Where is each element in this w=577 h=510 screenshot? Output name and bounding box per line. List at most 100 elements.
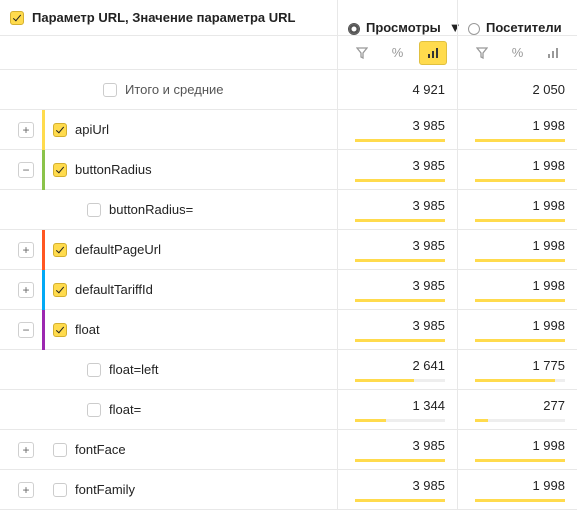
bar-fill (475, 379, 555, 382)
row-label[interactable]: float (75, 322, 100, 337)
row-label[interactable]: fontFace (75, 442, 126, 457)
cell-value: 1 998 (470, 198, 565, 213)
color-marker (42, 310, 45, 350)
row-label[interactable]: defaultPageUrl (75, 242, 161, 257)
cell-visitors: 1 998 (457, 430, 577, 469)
metric-header-views[interactable]: Просмотры ▼ (337, 0, 457, 35)
bar-track (475, 299, 565, 302)
bar-chart-icon (427, 47, 439, 59)
cell-visitors: 277 (457, 390, 577, 429)
bar-track (355, 299, 445, 302)
cell-views: 3 985 (337, 430, 457, 469)
totals-checkbox[interactable] (103, 83, 117, 97)
table-row: + apiUrl 3 985 1 998 (0, 110, 577, 150)
metric-label: Посетители (486, 20, 562, 35)
row-checkbox[interactable] (53, 443, 67, 457)
radio-icon (348, 23, 360, 35)
table-row: −buttonRadius3 9851 998 (0, 150, 577, 190)
cell-value: 3 985 (350, 478, 445, 493)
cell-views: 3 985 (337, 470, 457, 509)
chart-button[interactable] (419, 41, 447, 65)
bar-fill (355, 459, 445, 462)
bar-track (355, 379, 445, 382)
table-row: −float3 9851 998 (0, 310, 577, 350)
table-header: Параметр URL, Значение параметра URL Про… (0, 0, 577, 36)
bar-fill (355, 259, 445, 262)
bar-fill (475, 219, 565, 222)
expand-button[interactable]: + (18, 122, 34, 138)
table-row: +defaultPageUrl3 9851 998 (0, 230, 577, 270)
color-marker (42, 110, 45, 150)
cell-value: 1 775 (470, 358, 565, 373)
bar-fill (475, 139, 565, 142)
cell-value: 1 998 (470, 278, 565, 293)
select-all-checkbox[interactable] (10, 11, 24, 25)
bar-fill (355, 179, 445, 182)
expand-button[interactable]: + (18, 482, 34, 498)
cell-value: 3 985 (350, 438, 445, 453)
metric-header-visitors[interactable]: Посетители (457, 0, 577, 35)
cell-value: 1 998 (470, 478, 565, 493)
row-checkbox[interactable] (87, 403, 101, 417)
row-label[interactable]: float=left (109, 362, 159, 377)
collapse-button[interactable]: − (18, 162, 34, 178)
metric-toolbar-visitors: % (457, 36, 577, 69)
totals-label: Итого и средние (125, 82, 223, 97)
funnel-icon (476, 47, 488, 59)
row-label[interactable]: buttonRadius= (109, 202, 193, 217)
bar-track (475, 259, 565, 262)
row-checkbox[interactable] (53, 163, 67, 177)
filter-button[interactable] (348, 41, 376, 65)
dimension-header: Параметр URL, Значение параметра URL (0, 10, 337, 25)
row-label[interactable]: float= (109, 402, 141, 417)
color-marker (42, 390, 45, 430)
table-row: float=left2 6411 775 (0, 350, 577, 390)
table-row: + defaultTariffId 3 985 1 998 (0, 270, 577, 310)
cell-value: 3 985 (350, 238, 445, 253)
bar-fill (355, 299, 445, 302)
bar-fill (475, 299, 565, 302)
percent-button[interactable]: % (383, 41, 411, 65)
cell-views: 3 985 (337, 190, 457, 229)
cell-visitors: 1 998 (457, 310, 577, 349)
row-checkbox[interactable] (87, 203, 101, 217)
bar-track (475, 419, 565, 422)
percent-button[interactable]: % (503, 41, 531, 65)
table-row: float=1 344277 (0, 390, 577, 430)
bar-fill (355, 339, 445, 342)
color-marker (42, 470, 45, 510)
row-label[interactable]: apiUrl (75, 122, 109, 137)
expand-button[interactable]: + (18, 442, 34, 458)
totals-row: Итого и средние 4 921 2 050 (0, 70, 577, 110)
row-checkbox[interactable] (53, 123, 67, 137)
expand-button[interactable]: + (18, 242, 34, 258)
row-label[interactable]: defaultTariffId (75, 282, 153, 297)
color-marker (42, 430, 45, 470)
cell-value: 3 985 (350, 118, 445, 133)
cell-views: 3 985 (337, 230, 457, 269)
bar-track (355, 339, 445, 342)
expand-button[interactable]: + (18, 282, 34, 298)
cell-value: 1 998 (470, 318, 565, 333)
bar-fill (475, 459, 565, 462)
chart-button[interactable] (539, 41, 567, 65)
row-label[interactable]: fontFamily (75, 482, 135, 497)
cell-views: 3 985 (337, 110, 457, 149)
bar-fill (475, 419, 488, 422)
cell-value: 3 985 (350, 198, 445, 213)
row-checkbox[interactable] (53, 283, 67, 297)
totals-value-views: 4 921 (337, 70, 457, 109)
bar-fill (355, 379, 414, 382)
filter-button[interactable] (468, 41, 496, 65)
row-checkbox[interactable] (87, 363, 101, 377)
collapse-button[interactable]: − (18, 322, 34, 338)
row-label[interactable]: buttonRadius (75, 162, 152, 177)
row-checkbox[interactable] (53, 243, 67, 257)
row-checkbox[interactable] (53, 323, 67, 337)
color-marker (42, 350, 45, 390)
cell-value: 3 985 (350, 278, 445, 293)
bar-fill (355, 219, 445, 222)
cell-visitors: 1 998 (457, 150, 577, 189)
cell-value: 1 998 (470, 118, 565, 133)
row-checkbox[interactable] (53, 483, 67, 497)
